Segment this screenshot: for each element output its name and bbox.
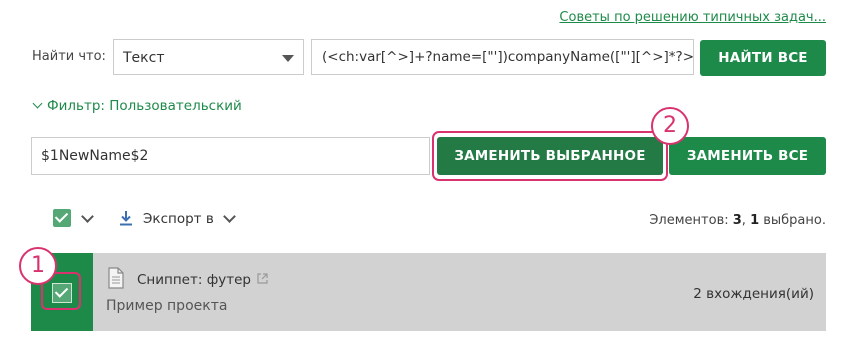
chevron-down-icon[interactable] xyxy=(81,210,94,223)
document-icon xyxy=(108,267,124,289)
chevron-down-icon xyxy=(32,98,43,109)
items-count: Элементов: 3, 1 выбрано. xyxy=(649,213,826,228)
download-icon xyxy=(120,211,132,226)
replace-selected-button[interactable]: ЗАМЕНИТЬ ВЫБРАННОЕ xyxy=(437,137,663,175)
export-button[interactable]: Экспорт в xyxy=(143,211,214,227)
search-mode-select[interactable]: Текст xyxy=(113,39,304,75)
chevron-down-icon[interactable] xyxy=(223,210,236,223)
external-link-icon[interactable] xyxy=(257,273,268,284)
select-all-checkbox[interactable] xyxy=(53,209,71,227)
result-occurrences: 2 вхождения(ий) xyxy=(693,286,814,302)
callout-badge-1: 1 xyxy=(19,247,57,285)
tips-link[interactable]: Советы по решению типичных задач... xyxy=(559,10,826,25)
callout-badge-2: 2 xyxy=(651,107,689,145)
filter-toggle[interactable]: Фильтр: Пользовательский xyxy=(32,98,242,114)
replace-all-button[interactable]: ЗАМЕНИТЬ ВСЕ xyxy=(669,137,826,175)
find-all-button[interactable]: НАЙТИ ВСЕ xyxy=(700,40,826,76)
dropdown-caret-icon xyxy=(282,55,294,62)
search-input[interactable]: (<ch:var[^>]+?name=["'])companyName(["']… xyxy=(311,39,694,75)
result-title[interactable]: Сниппет: футер xyxy=(137,272,251,288)
find-label: Найти что: xyxy=(32,49,106,64)
search-mode-value: Текст xyxy=(123,50,165,66)
filter-label: Фильтр: Пользовательский xyxy=(47,98,242,114)
replace-input[interactable]: $1NewName$2 xyxy=(31,137,430,175)
checkmark-icon xyxy=(54,284,69,298)
checkmark-icon xyxy=(54,209,69,223)
result-project: Пример проекта xyxy=(106,298,228,314)
result-row-checkbox[interactable] xyxy=(52,283,72,303)
